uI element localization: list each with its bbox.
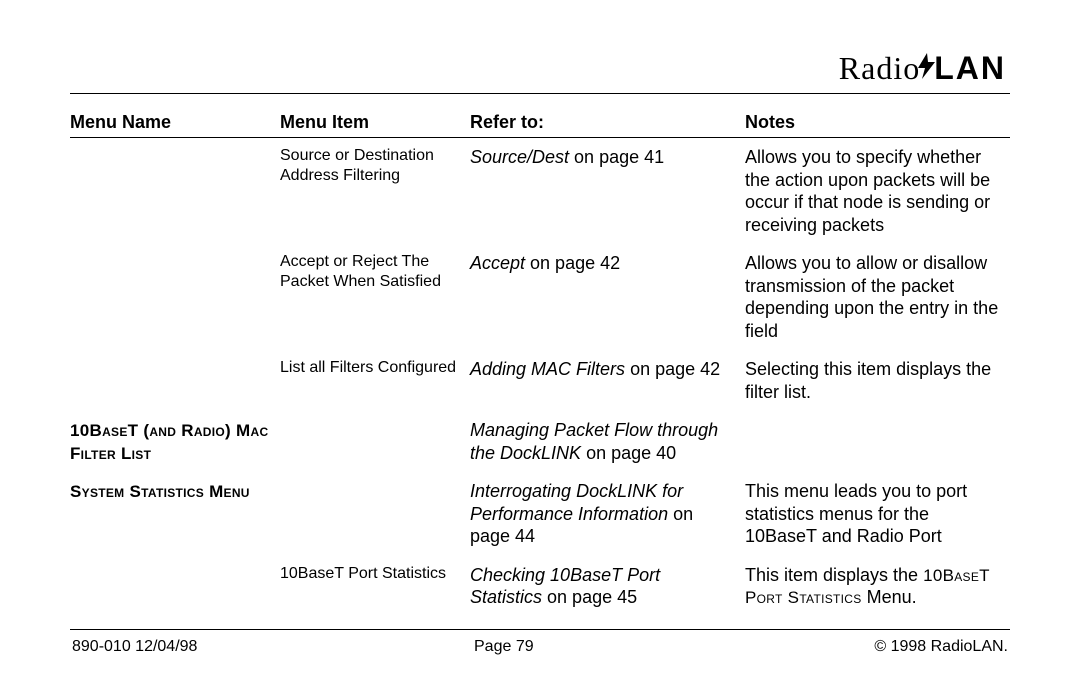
brand-logo: Radio LAN bbox=[70, 50, 1010, 87]
col-notes: Notes bbox=[745, 112, 1010, 138]
col-menu-name: Menu Name bbox=[70, 112, 280, 138]
document-table: Menu Name Menu Item Refer to: Notes Sour… bbox=[70, 112, 1010, 617]
table-row: Source or Destination Address Filtering … bbox=[70, 138, 1010, 245]
cell-refer-to: Checking 10BaseT Port Statistics on page… bbox=[470, 556, 745, 617]
cell-notes: Selecting this item displays the filter … bbox=[745, 350, 1010, 411]
brand-text-lan: LAN bbox=[934, 50, 1006, 86]
cell-refer-to: Interrogating DockLINK for Performance I… bbox=[470, 472, 745, 556]
cell-menu-item bbox=[280, 411, 470, 472]
cell-menu-name: 10BaseT (and Radio) Mac Filter List bbox=[70, 411, 280, 472]
footer-copyright: © 1998 RadioLAN. bbox=[808, 638, 1008, 656]
cell-menu-item bbox=[280, 472, 470, 556]
footer-doc-id: 890-010 12/04/98 bbox=[72, 638, 472, 656]
cell-menu-item: Accept or Reject The Packet When Satisfi… bbox=[280, 244, 470, 350]
cell-menu-item: Source or Destination Address Filtering bbox=[280, 138, 470, 245]
col-refer-to: Refer to: bbox=[470, 112, 745, 138]
header-rule bbox=[70, 93, 1010, 94]
table-row: List all Filters Configured Adding MAC F… bbox=[70, 350, 1010, 411]
cell-notes: Allows you to allow or disallow transmis… bbox=[745, 244, 1010, 350]
cell-notes bbox=[745, 411, 1010, 472]
footer-page-number: Page 79 bbox=[474, 638, 806, 656]
table-row: 10BaseT (and Radio) Mac Filter List Mana… bbox=[70, 411, 1010, 472]
cell-menu-item: List all Filters Configured bbox=[280, 350, 470, 411]
cell-notes: This menu leads you to port statistics m… bbox=[745, 472, 1010, 556]
cell-refer-to: Accept on page 42 bbox=[470, 244, 745, 350]
table-row: Accept or Reject The Packet When Satisfi… bbox=[70, 244, 1010, 350]
cell-menu-name: System Statistics Menu bbox=[70, 472, 280, 556]
brand-text-radio: Radio bbox=[839, 50, 920, 86]
cell-menu-name bbox=[70, 244, 280, 350]
table-row: 10BaseT Port Statistics Checking 10BaseT… bbox=[70, 556, 1010, 617]
footer-row: 890-010 12/04/98 Page 79 © 1998 RadioLAN… bbox=[70, 636, 1010, 658]
cell-notes: This item displays the 10BaseT Port Stat… bbox=[745, 556, 1010, 617]
cell-menu-name bbox=[70, 350, 280, 411]
page-footer: 890-010 12/04/98 Page 79 © 1998 RadioLAN… bbox=[70, 629, 1010, 658]
cell-notes: Allows you to specify whether the action… bbox=[745, 138, 1010, 245]
cell-menu-item: 10BaseT Port Statistics bbox=[280, 556, 470, 617]
cell-refer-to: Managing Packet Flow through the DockLIN… bbox=[470, 411, 745, 472]
document-page: Radio LAN Menu Name Menu Item Refer to: N… bbox=[0, 0, 1080, 698]
col-menu-item: Menu Item bbox=[280, 112, 470, 138]
cell-menu-name bbox=[70, 556, 280, 617]
table-row: System Statistics Menu Interrogating Doc… bbox=[70, 472, 1010, 556]
cell-menu-name bbox=[70, 138, 280, 245]
table-header-row: Menu Name Menu Item Refer to: Notes bbox=[70, 112, 1010, 138]
cell-refer-to: Source/Dest on page 41 bbox=[470, 138, 745, 245]
cell-refer-to: Adding MAC Filters on page 42 bbox=[470, 350, 745, 411]
